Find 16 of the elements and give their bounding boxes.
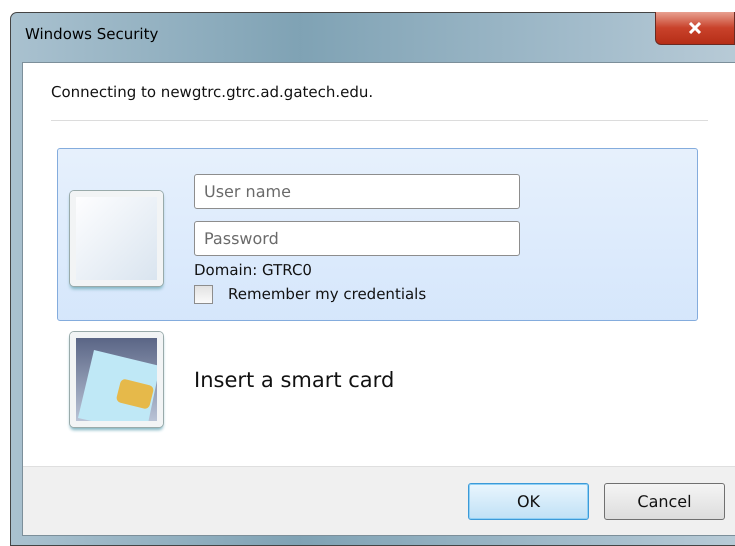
- domain-label: Domain: GTRC0: [194, 260, 312, 280]
- smart-card-tile[interactable]: Insert a smart card: [57, 327, 698, 432]
- credential-tile[interactable]: User name Password Domain: GTRC0 Remember my credentials: [57, 148, 698, 321]
- smart-card-label: Insert a smart card: [194, 368, 394, 392]
- connection-message: Connecting to newgtrc.gtrc.ad.gatech.edu.: [51, 83, 374, 103]
- close-icon: [688, 22, 702, 34]
- remember-checkbox[interactable]: [194, 284, 213, 304]
- dialog-button[interactable]: OK: [468, 482, 589, 520]
- window-title: Windows Security: [25, 25, 158, 43]
- dialog-button[interactable]: Cancel: [604, 482, 725, 520]
- password-field[interactable]: Password: [194, 220, 520, 256]
- user-tile-icon: [70, 191, 163, 286]
- username-field[interactable]: User name: [194, 174, 520, 208]
- checkbox-label: Remember my credentials: [228, 285, 426, 303]
- smart-card-icon: [70, 332, 163, 427]
- close-button[interactable]: [655, 12, 735, 45]
